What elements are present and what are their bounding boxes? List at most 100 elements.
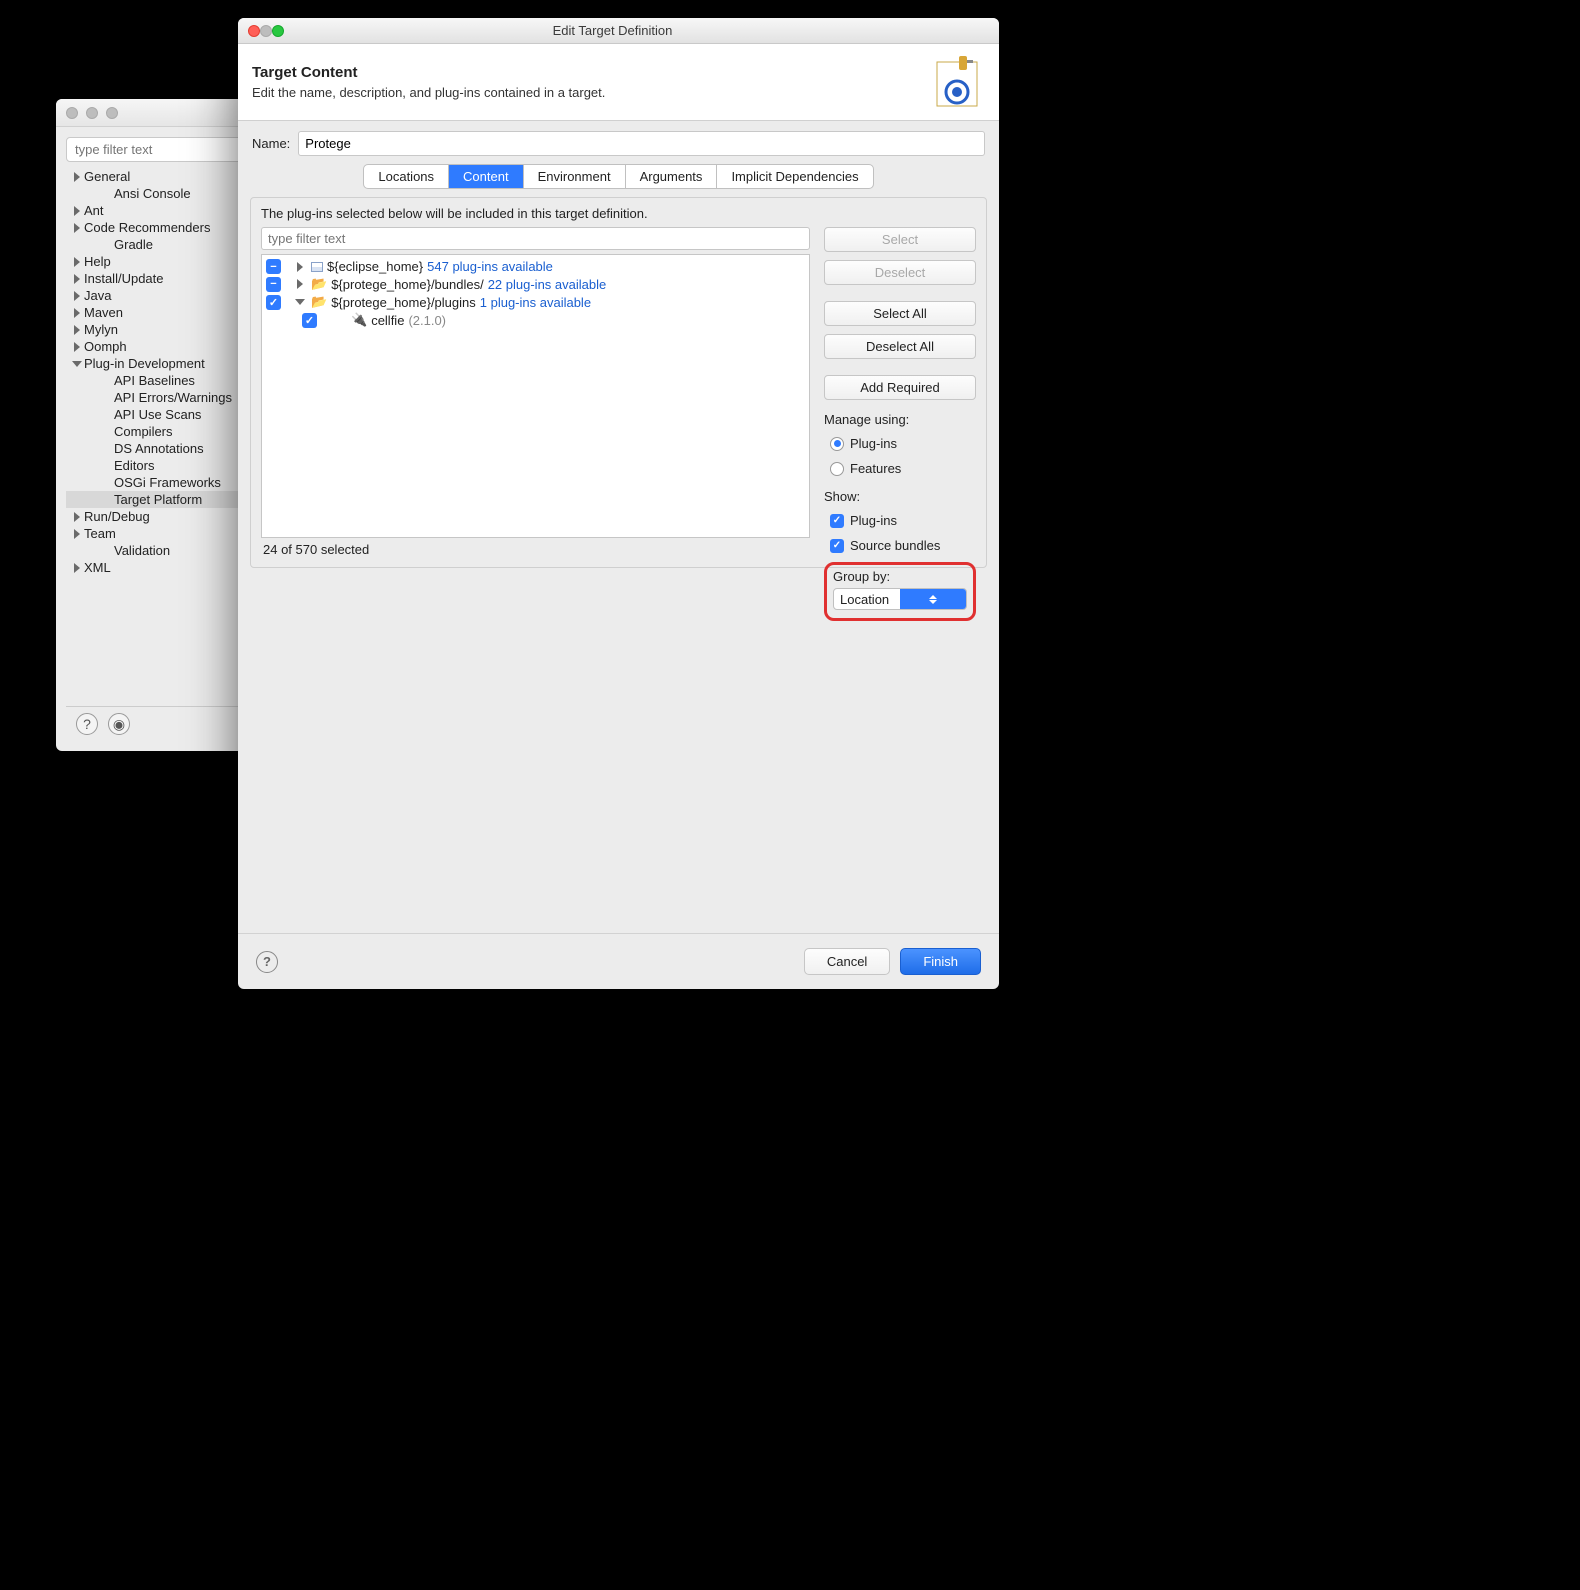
tree-item-label: Run/Debug xyxy=(84,509,150,524)
tree-item-label: Ansi Console xyxy=(114,186,191,201)
tree-item-label: Install/Update xyxy=(84,271,164,286)
target-wizard-icon xyxy=(929,54,985,110)
disclosure-icon xyxy=(74,223,80,233)
tree-item-label: Mylyn xyxy=(84,322,118,337)
disclosure-icon xyxy=(74,206,80,216)
radio-icon xyxy=(830,437,844,451)
deselect-all-button[interactable]: Deselect All xyxy=(824,334,976,359)
dialog-footer: ? Cancel Finish xyxy=(238,933,999,989)
disclosure-icon xyxy=(74,342,80,352)
help-icon[interactable]: ? xyxy=(76,713,98,735)
select-all-button[interactable]: Select All xyxy=(824,301,976,326)
name-input[interactable] xyxy=(298,131,985,156)
dialog-title: Edit Target Definition xyxy=(284,23,941,38)
content-panel: The plug-ins selected below will be incl… xyxy=(250,197,987,568)
tab-arguments[interactable]: Arguments xyxy=(626,165,718,188)
tree-item-label: Target Platform xyxy=(114,492,202,507)
tree-item-label: Compilers xyxy=(114,424,173,439)
plugin-row[interactable]: − 📂 ${protege_home}/bundles/ 22 plug-ins … xyxy=(264,275,807,293)
disclosure-icon xyxy=(74,325,80,335)
name-row: Name: xyxy=(238,121,999,164)
plugin-available-count: 1 plug-ins available xyxy=(480,295,591,310)
disclosure-icon xyxy=(74,274,80,284)
traffic-close-icon[interactable] xyxy=(248,25,260,37)
plugin-row[interactable]: ✓ 📂 ${protege_home}/plugins 1 plug-ins av… xyxy=(264,293,807,311)
plugin-icon: 🔌 xyxy=(351,312,367,328)
install-location-icon xyxy=(311,262,323,272)
plugin-version: (2.1.0) xyxy=(408,313,446,328)
plugin-label: ${protege_home}/bundles/ xyxy=(331,277,484,292)
tree-item-label: XML xyxy=(84,560,111,575)
content-desc: The plug-ins selected below will be incl… xyxy=(261,206,976,221)
header-title: Target Content xyxy=(252,64,605,81)
manage-features-radio[interactable]: Features xyxy=(824,460,976,477)
disclosure-icon xyxy=(74,563,80,573)
show-plugins-check[interactable]: ✓Plug-ins xyxy=(824,512,976,529)
dialog-tabs: LocationsContentEnvironmentArgumentsImpl… xyxy=(238,164,999,197)
tab-locations[interactable]: Locations xyxy=(364,165,449,188)
tree-item-label: API Use Scans xyxy=(114,407,201,422)
disclosure-icon xyxy=(72,361,82,367)
traffic-min-icon[interactable] xyxy=(86,107,98,119)
checkbox-checked-icon[interactable]: ✓ xyxy=(302,313,317,328)
folder-icon: 📂 xyxy=(311,294,327,310)
plugin-row[interactable]: − ${eclipse_home} 547 plug-ins available xyxy=(264,258,807,275)
plugin-label: cellfie xyxy=(371,313,404,328)
dialog-titlebar: Edit Target Definition xyxy=(238,18,999,44)
manage-using-label: Manage using: xyxy=(824,412,976,427)
disclosure-icon xyxy=(74,291,80,301)
traffic-max-icon[interactable] xyxy=(106,107,118,119)
tree-item-label: Java xyxy=(84,288,111,303)
disclosure-icon xyxy=(74,529,80,539)
tree-item-label: OSGi Frameworks xyxy=(114,475,221,490)
tree-item-label: API Baselines xyxy=(114,373,195,388)
tree-item-label: Gradle xyxy=(114,237,153,252)
help-icon[interactable]: ? xyxy=(256,951,278,973)
tree-item-label: Team xyxy=(84,526,116,541)
disclosure-icon xyxy=(74,308,80,318)
checkbox-icon: ✓ xyxy=(830,514,844,528)
dialog-header: Target Content Edit the name, descriptio… xyxy=(238,44,999,121)
tab-content[interactable]: Content xyxy=(449,165,524,188)
plugin-row[interactable]: ✓ 🔌 cellfie (2.1.0) xyxy=(264,311,807,329)
import-export-icon[interactable]: ◉ xyxy=(108,713,130,735)
name-label: Name: xyxy=(252,136,290,151)
plugin-available-count: 22 plug-ins available xyxy=(488,277,607,292)
tree-item-label: Ant xyxy=(84,203,104,218)
checkbox-indeterminate-icon[interactable]: − xyxy=(266,277,281,292)
plugin-available-count: 547 plug-ins available xyxy=(427,259,553,274)
manage-plugins-radio[interactable]: Plug-ins xyxy=(824,435,976,452)
tree-item-label: DS Annotations xyxy=(114,441,204,456)
checkbox-checked-icon[interactable]: ✓ xyxy=(266,295,281,310)
folder-icon: 📂 xyxy=(311,276,327,292)
tree-item-label: Validation xyxy=(114,543,170,558)
plugin-tree[interactable]: − ${eclipse_home} 547 plug-ins available… xyxy=(261,254,810,538)
plugin-filter-input[interactable] xyxy=(261,227,810,250)
disclosure-icon xyxy=(74,172,80,182)
show-label: Show: xyxy=(824,489,976,504)
chevron-down-icon xyxy=(295,299,305,305)
tree-item-label: Editors xyxy=(114,458,154,473)
checkbox-indeterminate-icon[interactable]: − xyxy=(266,259,281,274)
tree-item-label: Code Recommenders xyxy=(84,220,210,235)
tab-environment[interactable]: Environment xyxy=(524,165,626,188)
select-button[interactable]: Select xyxy=(824,227,976,252)
selection-status: 24 of 570 selected xyxy=(261,538,976,561)
cancel-button[interactable]: Cancel xyxy=(804,948,890,975)
add-required-button[interactable]: Add Required xyxy=(824,375,976,400)
finish-button[interactable]: Finish xyxy=(900,948,981,975)
deselect-button[interactable]: Deselect xyxy=(824,260,976,285)
chevron-right-icon xyxy=(297,279,303,289)
traffic-close-icon[interactable] xyxy=(66,107,78,119)
tab-implicit-dependencies[interactable]: Implicit Dependencies xyxy=(717,165,872,188)
chevron-right-icon xyxy=(297,262,303,272)
plugin-label: ${protege_home}/plugins xyxy=(331,295,476,310)
traffic-max-icon[interactable] xyxy=(272,25,284,37)
disclosure-icon xyxy=(74,512,80,522)
traffic-min-icon xyxy=(260,25,272,37)
plugin-label: ${eclipse_home} xyxy=(327,259,423,274)
tree-item-label: Oomph xyxy=(84,339,127,354)
header-desc: Edit the name, description, and plug-ins… xyxy=(252,85,605,100)
tree-item-label: API Errors/Warnings xyxy=(114,390,232,405)
right-column: Select Deselect Select All Deselect All … xyxy=(824,227,976,538)
